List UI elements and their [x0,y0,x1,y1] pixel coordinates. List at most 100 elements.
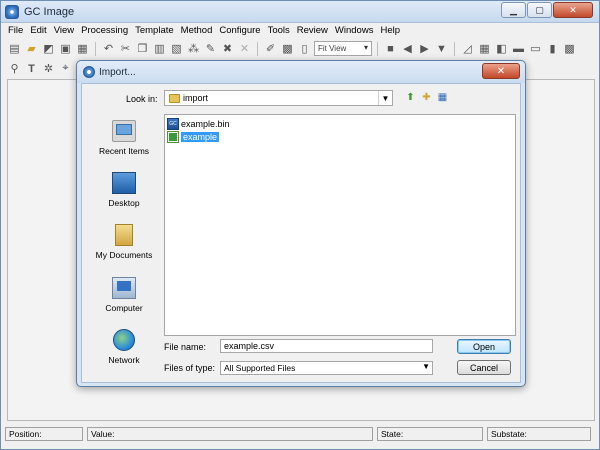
menu-method[interactable]: Method [178,23,217,39]
view-menu-icon[interactable]: ▦ [436,90,449,104]
menu-configure[interactable]: Configure [216,23,264,39]
cancel-button[interactable]: Cancel [457,360,511,375]
folder-icon [169,94,180,103]
comment-icon[interactable]: ▼ [434,41,449,56]
place-label: My Documents [95,250,153,260]
chevron-down-icon[interactable]: ▼ [422,362,430,371]
new-folder-icon[interactable]: ✚ [420,90,433,104]
place-network[interactable]: Network [88,325,160,375]
status-value: Value: [87,427,373,441]
folder-settings-icon[interactable]: ▮ [545,41,560,56]
status-state: State: [377,427,483,441]
paste-icon[interactable]: ▥ [152,41,167,56]
menu-bar: File Edit View Processing Template Metho… [1,23,599,39]
dialog-app-icon [83,66,95,78]
dialog-close-button[interactable]: ✕ [482,63,520,79]
menu-file[interactable]: File [5,23,27,39]
toolbar-separator [454,41,455,56]
grid-icon[interactable]: ▦ [477,41,492,56]
look-in-value: import [183,93,209,103]
toolbar-separator [377,41,378,56]
place-label: Recent Items [98,146,150,156]
menu-view[interactable]: View [51,23,78,39]
arrow-right-icon[interactable]: ▶ [417,41,432,56]
zoom-icon[interactable]: ⚲ [7,61,22,76]
file-name: example.bin [181,118,230,129]
places-bar: Recent Items Desktop My Documents Comput… [88,114,160,376]
save-as-icon[interactable]: ▦ [75,41,90,56]
file-type-select[interactable]: All Supported Files ▼ [220,361,433,375]
undo-icon[interactable]: ↶ [101,41,116,56]
csv-file-icon [167,130,179,143]
folder-icon[interactable]: ▬ [511,41,526,56]
place-desktop[interactable]: Desktop [88,168,160,218]
recent-items-icon [112,120,136,142]
measure-icon[interactable]: ⌖ [58,61,73,76]
place-label: Computer [105,303,143,313]
clipboard-icon[interactable]: ▧ [169,41,184,56]
maximize-button[interactable]: ▢ [527,2,552,18]
import-dialog: Import... ✕ Look in: import ▼ ⬆ ✚ ▦ Rece… [76,60,526,387]
look-in-select[interactable]: import ▼ [164,90,393,106]
open-folder-icon[interactable]: ▰ [24,41,39,56]
data-icon[interactable]: ▩ [562,41,577,56]
up-folder-icon[interactable]: ⬆ [404,90,417,104]
close-button[interactable]: ✕ [553,2,593,18]
menu-review[interactable]: Review [294,23,332,39]
delete-icon[interactable]: ✖ [220,41,235,56]
title-bar: GC Image ▁ ▢ ✕ [1,1,599,23]
app-title: GC Image [24,6,75,18]
file-list[interactable]: GC example.bin example [164,114,516,336]
file-item[interactable]: example [167,130,222,143]
bin-file-icon: GC [167,117,179,130]
place-computer[interactable]: Computer [88,273,160,323]
place-my-documents[interactable]: My Documents [88,220,160,270]
new-icon[interactable]: ▤ [7,41,22,56]
stop-icon[interactable]: ■ [383,41,398,56]
cut-icon[interactable]: ✂ [118,41,133,56]
page-icon[interactable]: ▯ [297,41,312,56]
table-icon[interactable]: ▩ [280,41,295,56]
pin-icon[interactable]: ✎ [203,41,218,56]
look-in-label: Look in: [126,94,158,104]
main-toolbar: ▤ ▰ ◩ ▣ ▦ ↶ ✂ ❐ ▥ ▧ ⁂ ✎ ✖ ✕ ✐ ▩ ▯ Fit Vi… [1,39,599,58]
import-icon[interactable]: ◩ [41,41,56,56]
file-type-value: All Supported Files [224,363,296,373]
dialog-title: Import... [99,67,136,78]
copy-icon[interactable]: ❐ [135,41,150,56]
app-icon [5,5,19,19]
window-controls: ▁ ▢ ✕ [501,2,593,18]
zoom-chart-icon[interactable]: ◧ [494,41,509,56]
file-name: example [181,131,220,142]
status-position: Position: [5,427,83,441]
menu-processing[interactable]: Processing [78,23,132,39]
status-substate: Substate: [487,427,591,441]
chart-icon[interactable]: ◿ [460,41,475,56]
minimize-button[interactable]: ▁ [501,2,526,18]
menu-windows[interactable]: Windows [332,23,378,39]
file-item[interactable]: GC example.bin [167,117,233,130]
chevron-down-icon[interactable]: ▼ [378,91,392,105]
view-mode-select[interactable]: Fit View [314,41,372,56]
menu-edit[interactable]: Edit [27,23,50,39]
place-recent-items[interactable]: Recent Items [88,116,160,166]
save-icon[interactable]: ▣ [58,41,73,56]
edit-tool-icon[interactable]: ✐ [263,41,278,56]
text-icon[interactable]: T [24,61,39,76]
place-label: Network [108,355,140,365]
arrow-left-icon[interactable]: ◀ [400,41,415,56]
place-label: Desktop [108,198,140,208]
open-button[interactable]: Open [457,339,511,354]
menu-tools[interactable]: Tools [265,23,294,39]
menu-template[interactable]: Template [132,23,178,39]
group-icon[interactable]: ⁂ [186,41,201,56]
delete-all-icon[interactable]: ✕ [237,41,252,56]
folder-open-icon[interactable]: ▭ [528,41,543,56]
file-name-label: File name: [164,342,207,352]
dialog-body: Look in: import ▼ ⬆ ✚ ▦ Recent Items Des… [81,83,521,383]
network-icon [113,329,135,351]
menu-help[interactable]: Help [377,23,404,39]
file-name-input[interactable]: example.csv [220,339,433,353]
desktop-icon [112,172,136,194]
annotation-icon[interactable]: ✲ [41,61,56,76]
